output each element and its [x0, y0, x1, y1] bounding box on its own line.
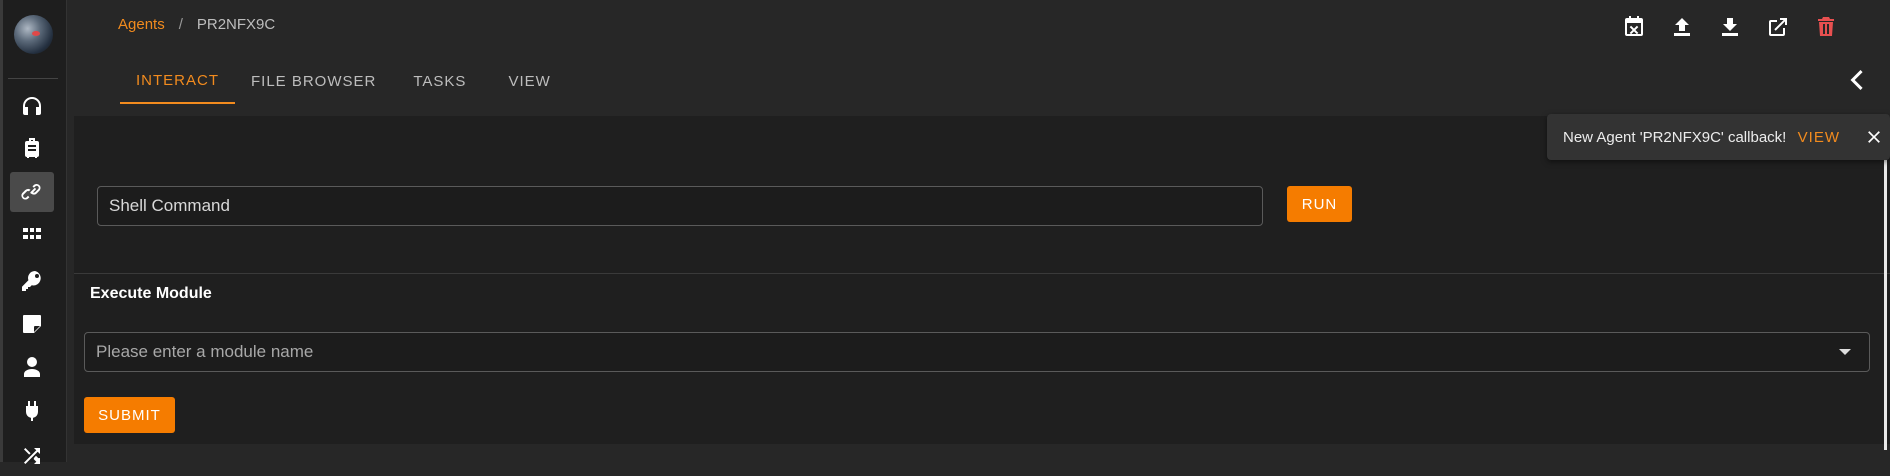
sidebar-item-plugins[interactable]	[10, 391, 54, 431]
sidebar-item-agents[interactable]	[10, 172, 54, 212]
grid-apps-icon	[23, 228, 41, 239]
globe-logo[interactable]	[14, 15, 53, 54]
key-icon	[22, 271, 41, 291]
chevron-down-icon[interactable]	[1839, 349, 1851, 355]
person-icon	[24, 357, 40, 377]
delete-agent-button[interactable]	[1814, 12, 1838, 42]
sidebar-item-credentials[interactable]	[10, 261, 54, 301]
sidebar-item-listeners[interactable]	[10, 86, 54, 126]
sidebar-item-modules[interactable]	[10, 217, 54, 257]
breadcrumb: Agents / PR2NFX9C	[118, 16, 275, 33]
breadcrumb-current: PR2NFX9C	[196, 16, 276, 33]
toast-message: New Agent 'PR2NFX9C' callback!	[1563, 128, 1787, 146]
breadcrumb-separator: /	[178, 16, 183, 33]
section-divider	[74, 273, 1890, 274]
sidebar-item-stagers[interactable]	[10, 128, 54, 168]
luggage-icon	[25, 138, 39, 158]
toast-view-button[interactable]: VIEW	[1798, 129, 1840, 146]
tab-view[interactable]: VIEW	[487, 58, 571, 104]
notification-toast: New Agent 'PR2NFX9C' callback! VIEW	[1547, 114, 1890, 160]
agent-toolbar	[1622, 12, 1838, 42]
upload-icon	[1674, 18, 1690, 36]
sidebar-item-notes[interactable]	[10, 304, 54, 344]
tab-tasks[interactable]: TASKS	[392, 58, 487, 104]
sidebar-item-users[interactable]	[10, 347, 54, 387]
tab-interact[interactable]: INTERACT	[120, 58, 235, 104]
plug-icon	[26, 401, 38, 421]
submit-button[interactable]: SUBMIT	[84, 397, 175, 433]
calendar-remove-icon	[1625, 16, 1643, 36]
close-icon	[1868, 131, 1880, 143]
execute-module-title: Execute Module	[90, 285, 212, 302]
shuffle-icon	[24, 448, 40, 464]
tab-file-browser[interactable]: FILE BROWSER	[235, 58, 392, 104]
headphones-icon	[23, 97, 41, 115]
sidebar	[0, 0, 67, 464]
link-icon	[21, 184, 41, 200]
collapse-panel-button[interactable]	[1844, 66, 1868, 94]
module-select[interactable]: Please enter a module name	[84, 332, 1870, 372]
open-external-icon	[1769, 18, 1787, 36]
sidebar-item-malleable[interactable]	[10, 436, 54, 476]
upload-button[interactable]	[1670, 12, 1694, 42]
module-select-placeholder: Please enter a module name	[96, 342, 314, 361]
sidebar-divider	[8, 78, 58, 79]
logo-glint	[32, 31, 40, 36]
run-button[interactable]: RUN	[1287, 186, 1352, 222]
download-button[interactable]	[1718, 12, 1742, 42]
toast-close-button[interactable]	[1864, 127, 1884, 147]
chevron-left-icon	[1850, 70, 1863, 90]
breadcrumb-agents-link[interactable]: Agents	[118, 16, 165, 33]
remove-agent-schedule-button[interactable]	[1622, 12, 1646, 42]
scrollbar[interactable]	[1884, 160, 1887, 450]
sidebar-edge	[0, 0, 3, 462]
delete-icon	[1818, 17, 1834, 36]
agent-tabs: INTERACT FILE BROWSER TASKS VIEW	[120, 58, 572, 104]
download-icon	[1722, 18, 1738, 36]
shell-command-input[interactable]	[97, 186, 1263, 226]
interact-panel: RUN Execute Module Please enter a module…	[74, 116, 1890, 444]
open-external-button[interactable]	[1766, 12, 1790, 42]
sticky-note-icon	[23, 315, 41, 333]
